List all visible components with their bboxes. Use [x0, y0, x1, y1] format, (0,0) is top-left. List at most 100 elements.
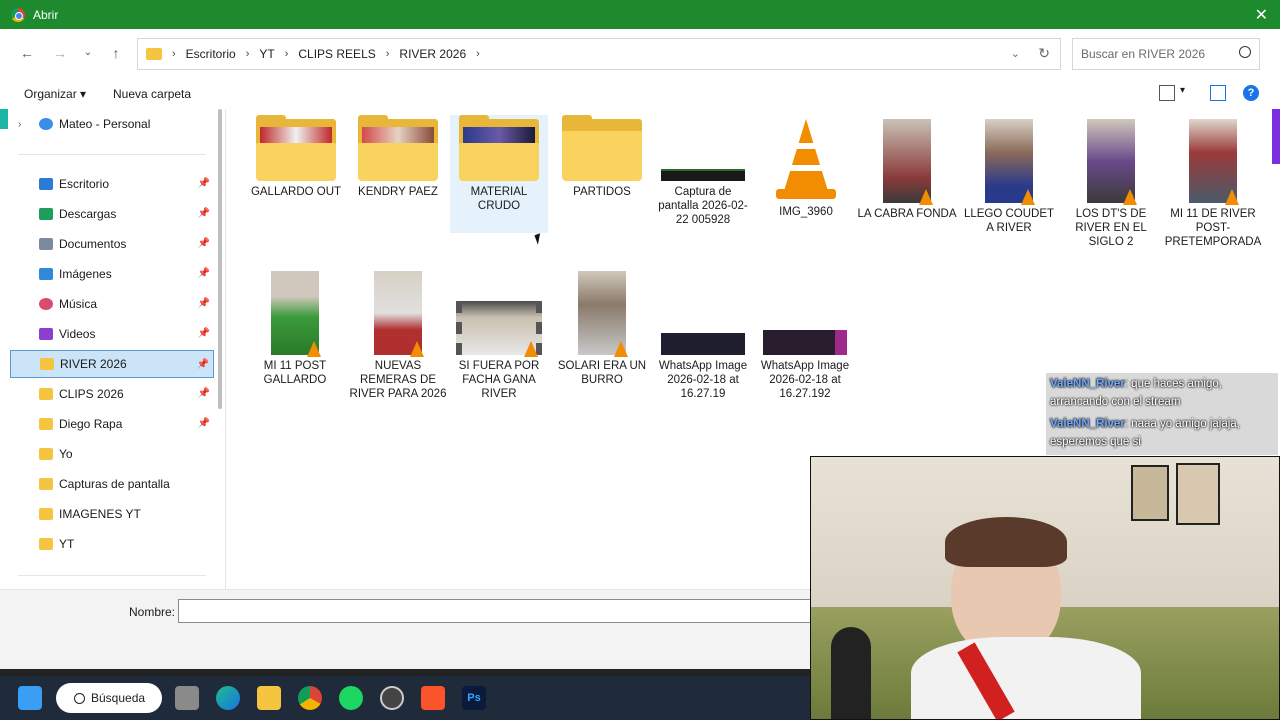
chat-message: ValeNN_River: que haces amigo, arrancand…	[1050, 378, 1222, 408]
folder-icon	[39, 478, 53, 490]
mouse-cursor-icon	[534, 233, 544, 245]
file-item-llego-coudet[interactable]: LLEGO COUDET A RIVER	[959, 119, 1059, 235]
video-thumbnail	[271, 271, 321, 357]
vlc-cone-icon	[919, 189, 933, 205]
file-item-mi-11-post-gallardo[interactable]: MI 11 POST GALLARDO	[245, 271, 345, 387]
pin-icon: 📌	[197, 328, 210, 339]
video-thumbnail	[1189, 119, 1239, 205]
file-item-si-fuera-por-facha[interactable]: SI FUERA POR FACHA GANA RIVER	[449, 271, 549, 401]
file-item-mi-11-de-river[interactable]: MI 11 DE RIVER POST-PRETEMPORADA	[1163, 119, 1263, 249]
stream-chat-overlay: ValeNN_River: que haces amigo, arrancand…	[1046, 373, 1278, 455]
organize-button[interactable]: Organizar ▾	[24, 87, 86, 101]
new-folder-button[interactable]: Nueva carpeta	[113, 87, 191, 101]
obs-icon[interactable]	[380, 686, 404, 710]
pin-icon: 📌	[197, 268, 210, 279]
sidebar-divider	[18, 154, 206, 155]
wall-poster	[1131, 465, 1169, 521]
video-thumbnail	[883, 119, 933, 205]
vlc-cone-icon	[1225, 189, 1239, 205]
vlc-cone-icon	[307, 341, 321, 357]
folder-icon	[40, 358, 54, 370]
address-dropdown-icon[interactable]: ⌄	[1011, 47, 1020, 60]
refresh-icon[interactable]: ↻	[1038, 45, 1050, 62]
sidebar-item-yt[interactable]: YT	[10, 530, 214, 558]
file-item-nuevas-remeras[interactable]: NUEVAS REMERAS DE RIVER PARA 2026	[348, 271, 448, 401]
sidebar-item-escritorio[interactable]: Escritorio 📌	[10, 170, 214, 198]
file-item-captura[interactable]: Captura de pantalla 2026-02-22 005928	[653, 119, 753, 227]
sidebar-item-descargas[interactable]: Descargas 📌	[10, 200, 214, 228]
image-thumbnail	[653, 119, 753, 181]
file-item-partidos[interactable]: PARTIDOS	[552, 115, 652, 199]
pin-icon: 📌	[197, 418, 210, 429]
address-bar[interactable]: › Escritorio › YT › CLIPS REELS › RIVER 2026…	[137, 38, 1061, 70]
expand-chevron-icon[interactable]: ›	[18, 119, 21, 130]
file-item-whatsapp-2[interactable]: WhatsApp Image 2026-02-18 at 16.27.192	[755, 271, 855, 401]
file-item-whatsapp-1[interactable]: WhatsApp Image 2026-02-18 at 16.27.19	[653, 271, 753, 401]
recent-chevron-icon[interactable]: ⌄	[78, 43, 98, 63]
up-arrow-icon[interactable]: ↑	[106, 43, 126, 63]
breadcrumb-3[interactable]: › RIVER 2026 ›	[386, 47, 480, 61]
help-icon[interactable]: ?	[1243, 85, 1259, 101]
sidebar-item-account[interactable]: › Mateo - Personal	[10, 110, 214, 138]
vlc-cone-icon	[614, 341, 628, 357]
file-item-material-crudo[interactable]: MATERIAL CRUDO	[450, 115, 548, 233]
sidebar-scrollbar[interactable]	[218, 109, 222, 409]
sidebar-item-musica[interactable]: Música 📌	[10, 290, 214, 318]
search-placeholder: Buscar en RIVER 2026	[1081, 47, 1206, 61]
breadcrumb-1[interactable]: › YT	[246, 47, 275, 61]
sidebar-item-clips-2026[interactable]: CLIPS 2026 📌	[10, 380, 214, 408]
pin-icon: 📌	[197, 178, 210, 189]
person-hair	[945, 517, 1067, 567]
search-box[interactable]: Buscar en RIVER 2026	[1072, 38, 1260, 70]
task-view-icon[interactable]	[175, 686, 199, 710]
brave-icon[interactable]	[421, 686, 445, 710]
filename-label: Nombre:	[129, 605, 176, 619]
navigation-row: ← → ⌄ ↑ › Escritorio › YT › CLIPS REELS › RI…	[0, 29, 1280, 79]
video-icon	[39, 328, 53, 340]
breadcrumb-2[interactable]: › CLIPS REELS	[285, 47, 376, 61]
view-mode-icon[interactable]	[1159, 85, 1175, 101]
navigation-pane: › Mateo - Personal Escritorio 📌 Descargas…	[0, 109, 226, 589]
sidebar-item-videos[interactable]: Videos 📌	[10, 320, 214, 348]
pin-icon: 📌	[196, 359, 209, 370]
sidebar-item-capturas[interactable]: Capturas de pantalla	[10, 470, 214, 498]
folder-icon	[459, 115, 539, 181]
file-item-img-3960[interactable]: IMG_3960	[756, 119, 856, 219]
pin-icon: 📌	[197, 298, 210, 309]
download-icon	[39, 208, 53, 220]
view-dropdown-icon[interactable]: ▾	[1180, 85, 1196, 101]
sidebar-item-diego-rapa[interactable]: Diego Rapa 📌	[10, 410, 214, 438]
sidebar-item-river-2026[interactable]: RIVER 2026 📌	[10, 350, 214, 378]
vlc-cone-icon	[410, 341, 424, 357]
sidebar-item-imagenes-yt[interactable]: IMAGENES YT	[10, 500, 214, 528]
sidebar-item-documentos[interactable]: Documentos 📌	[10, 230, 214, 258]
photoshop-icon[interactable]: Ps	[462, 686, 486, 710]
pin-icon: 📌	[197, 238, 210, 249]
filename-input[interactable]	[178, 599, 818, 623]
pictures-icon	[39, 268, 53, 280]
file-item-solari-era-un-burro[interactable]: SOLARI ERA UN BURRO	[552, 271, 652, 387]
edge-icon[interactable]	[216, 686, 240, 710]
breadcrumb-0[interactable]: › Escritorio	[172, 47, 236, 61]
sidebar-item-imagenes[interactable]: Imágenes 📌	[10, 260, 214, 288]
spotify-icon[interactable]	[339, 686, 363, 710]
vlc-cone-icon	[1021, 189, 1035, 205]
forward-arrow-icon[interactable]: →	[50, 43, 70, 63]
preview-pane-icon[interactable]	[1210, 85, 1226, 101]
back-arrow-icon[interactable]: ←	[17, 43, 37, 63]
file-explorer-icon[interactable]	[257, 686, 281, 710]
file-item-gallardo-out[interactable]: GALLARDO OUT	[246, 115, 346, 199]
taskbar-search[interactable]: Búsqueda	[56, 683, 162, 713]
chrome-icon[interactable]	[298, 686, 322, 710]
file-item-kendry-paez[interactable]: KENDRY PAEZ	[348, 115, 448, 199]
image-thumbnail	[755, 271, 855, 355]
windows-start-icon[interactable]	[18, 686, 42, 710]
file-item-la-cabra-fonda[interactable]: LA CABRA FONDA	[857, 119, 957, 221]
video-thumbnail	[374, 271, 424, 357]
video-thumbnail	[456, 301, 542, 357]
file-item-los-dts[interactable]: LOS DT'S DE RIVER EN EL SIGLO 2	[1061, 119, 1161, 249]
command-bar: Organizar ▾ Nueva carpeta ▾ ?	[0, 79, 1280, 109]
sidebar-divider	[18, 575, 206, 576]
sidebar-item-yo[interactable]: Yo	[10, 440, 214, 468]
close-button[interactable]: ✕	[1255, 5, 1268, 25]
